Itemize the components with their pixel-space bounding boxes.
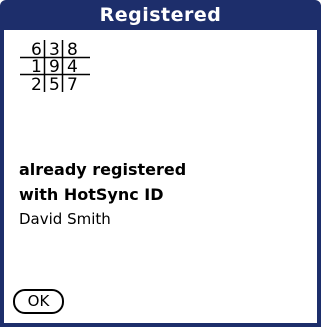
grid-cell: 2 <box>31 75 42 95</box>
registered-dialog: Registered 6 3 8 1 9 4 2 5 7 already reg… <box>0 0 321 327</box>
dialog-title: Registered <box>0 0 321 30</box>
status-message-line2: with HotSync ID <box>19 185 164 204</box>
hotsync-id-value: David Smith <box>19 210 111 228</box>
grid-cell: 1 <box>31 57 42 77</box>
grid-cell: 7 <box>67 75 78 95</box>
grid-cell: 4 <box>67 57 78 77</box>
grid-cell: 9 <box>49 57 60 77</box>
grid-cell: 5 <box>49 75 60 95</box>
number-grid: 6 3 8 1 9 4 2 5 7 <box>20 40 90 95</box>
ok-button[interactable]: OK <box>13 289 64 314</box>
status-message-line1: already registered <box>19 160 187 179</box>
